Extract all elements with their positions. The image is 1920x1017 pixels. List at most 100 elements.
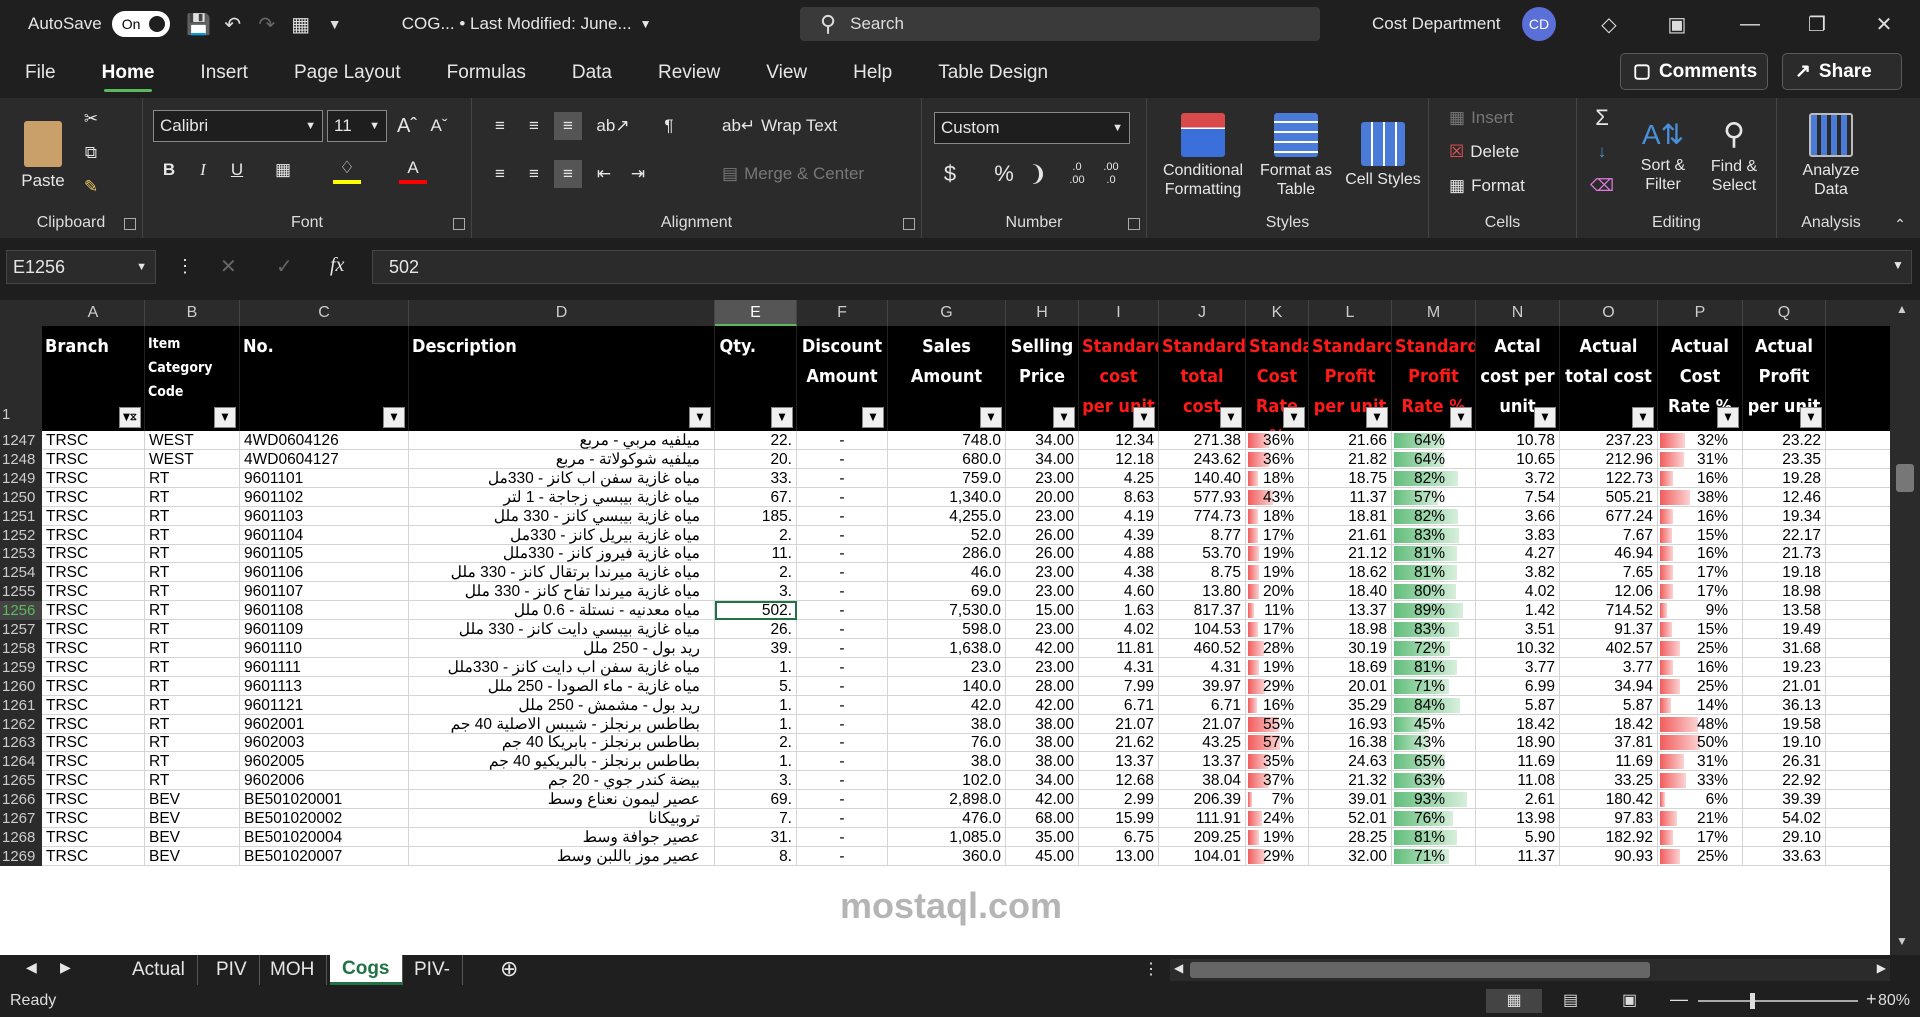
cell[interactable]: -	[797, 714, 888, 734]
cell[interactable]: 21.66	[1309, 431, 1392, 450]
cell[interactable]: TRSC	[42, 827, 145, 847]
tab-table-design[interactable]: Table Design	[915, 48, 1071, 98]
cell[interactable]: 82%	[1392, 506, 1476, 526]
cell[interactable]: RT	[145, 506, 240, 526]
cell[interactable]: 30.19	[1309, 638, 1392, 658]
cell[interactable]: TRSC	[42, 752, 145, 772]
cell[interactable]: 81%	[1392, 657, 1476, 677]
cell[interactable]: 3.	[715, 771, 797, 791]
tab-help[interactable]: Help	[830, 48, 915, 98]
cell[interactable]: 4WD0604126	[240, 431, 409, 450]
cell[interactable]: 16%	[1658, 657, 1743, 677]
cell[interactable]: 20.01	[1309, 676, 1392, 696]
cell[interactable]: 54.02	[1743, 809, 1826, 828]
cell[interactable]: RT	[145, 695, 240, 715]
cell[interactable]: 57%	[1246, 733, 1309, 753]
copy-icon[interactable]: ⧉	[78, 140, 104, 166]
row-number[interactable]: 1252	[0, 525, 42, 545]
cell[interactable]: 42.00	[1006, 790, 1079, 810]
cell[interactable]: 4.25	[1079, 468, 1159, 488]
cell[interactable]: -	[797, 506, 888, 526]
cell[interactable]: -	[797, 487, 888, 507]
cell[interactable]: RT	[145, 563, 240, 583]
scroll-up-icon[interactable]: ▲	[1896, 302, 1908, 316]
filter-dropdown-icon[interactable]: ▼	[383, 407, 405, 428]
cell[interactable]: 21.82	[1309, 449, 1392, 469]
filter-dropdown-icon[interactable]: ▼	[1283, 407, 1305, 428]
cell[interactable]: 37%	[1246, 771, 1309, 791]
cell[interactable]: 83%	[1392, 525, 1476, 545]
cell[interactable]: 18%	[1246, 506, 1309, 526]
cell[interactable]: 3.77	[1560, 657, 1658, 677]
cell[interactable]: 26.	[715, 620, 797, 639]
cell[interactable]: 32.00	[1309, 846, 1392, 866]
cell[interactable]: 23.00	[1006, 582, 1079, 602]
cell[interactable]: 31%	[1658, 449, 1743, 469]
cell[interactable]: 50%	[1658, 733, 1743, 753]
cell[interactable]: 19.49	[1743, 620, 1826, 639]
cell[interactable]: 2.61	[1476, 790, 1560, 810]
cell[interactable]: 28.00	[1006, 676, 1079, 696]
cell[interactable]: 93%	[1392, 790, 1476, 810]
cell[interactable]: TRSC	[42, 620, 145, 639]
cell[interactable]: 2.	[715, 733, 797, 753]
row-number[interactable]: 1260	[0, 676, 42, 696]
cell[interactable]: 5.87	[1476, 695, 1560, 715]
close-icon[interactable]: ✕	[1867, 7, 1901, 41]
cell[interactable]: RT	[145, 638, 240, 658]
cell[interactable]: 18.98	[1743, 582, 1826, 602]
fill-icon[interactable]: ↓	[1587, 138, 1617, 166]
save-icon[interactable]: 💾	[182, 7, 216, 41]
zoom-level[interactable]: 80%	[1878, 992, 1910, 1010]
wrap-text-button[interactable]: ab↵ Wrap Text	[722, 112, 842, 140]
cell[interactable]: ريد بول - 250 ملل	[409, 638, 715, 658]
autosum-icon[interactable]: Σ	[1587, 104, 1617, 132]
cell[interactable]: 140.0	[888, 676, 1006, 696]
cell[interactable]: 18%	[1246, 468, 1309, 488]
cell[interactable]: 43%	[1392, 733, 1476, 753]
cell[interactable]: 97.83	[1560, 809, 1658, 828]
cell[interactable]: 33.	[715, 468, 797, 488]
column-header-g[interactable]: G	[888, 300, 1006, 326]
filter-dropdown-icon[interactable]: ▼	[214, 407, 236, 428]
cell[interactable]: 34.00	[1006, 449, 1079, 469]
page-layout-view-icon[interactable]: ▤	[1563, 990, 1578, 1010]
cell[interactable]: 18.90	[1476, 733, 1560, 753]
cell[interactable]: 185.	[715, 506, 797, 526]
row-number[interactable]: 1264	[0, 752, 42, 772]
font-color-icon[interactable]: A	[399, 156, 427, 184]
add-sheet-icon[interactable]: ⊕	[500, 956, 518, 982]
cell[interactable]: -	[797, 752, 888, 772]
sort-filter-button[interactable]: A⇅ Sort & Filter	[1631, 106, 1695, 206]
filter-dropdown-icon[interactable]: ▼	[1220, 407, 1242, 428]
cell[interactable]: TRSC	[42, 809, 145, 828]
cell[interactable]: مياه غازية - ماء الصودا - 250 ملل	[409, 676, 715, 696]
cell[interactable]: 2.	[715, 563, 797, 583]
cell[interactable]: 1.	[715, 714, 797, 734]
row-number[interactable]: 1256	[0, 601, 42, 621]
worksheet-grid[interactable]: ABCDEFGHIJKLMNOPQ 1 Branch ▼⧖ Item Category…	[0, 300, 1920, 955]
tab-page-layout[interactable]: Page Layout	[271, 48, 424, 98]
cell[interactable]: RT	[145, 544, 240, 564]
cell[interactable]: 13.00	[1079, 846, 1159, 866]
cell[interactable]: 11.69	[1560, 752, 1658, 772]
cell[interactable]: 598.0	[888, 620, 1006, 639]
cell[interactable]: TRSC	[42, 790, 145, 810]
cell[interactable]: مياه غازية ميرندا برتقال كانز - 330 ملل	[409, 563, 715, 583]
cell[interactable]: 14%	[1658, 695, 1743, 715]
cell[interactable]: 31%	[1658, 752, 1743, 772]
cell[interactable]: TRSC	[42, 487, 145, 507]
cell[interactable]: 102.0	[888, 771, 1006, 791]
cell[interactable]: 18.40	[1309, 582, 1392, 602]
cell[interactable]: 21.62	[1079, 733, 1159, 753]
cell[interactable]: 89%	[1392, 601, 1476, 621]
cell[interactable]: 2.	[715, 525, 797, 545]
formula-input[interactable]: 502	[372, 250, 1912, 284]
filter-dropdown-icon[interactable]: ▼	[1800, 407, 1822, 428]
cell[interactable]: 36%	[1246, 431, 1309, 450]
cell[interactable]: 13.37	[1309, 601, 1392, 621]
cell[interactable]: 774.73	[1159, 506, 1246, 526]
cell[interactable]: 748.0	[888, 431, 1006, 450]
cell[interactable]: 7.99	[1079, 676, 1159, 696]
cell[interactable]: BE501020007	[240, 846, 409, 866]
